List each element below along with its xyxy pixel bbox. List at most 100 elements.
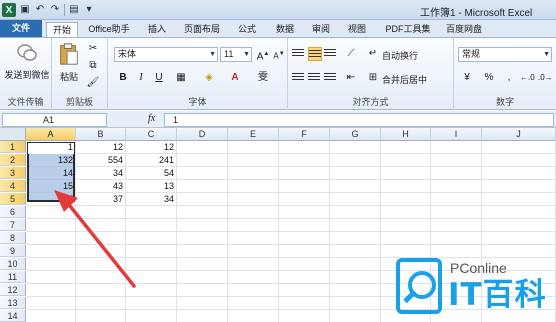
row-header-12[interactable]: 12 [0,284,26,296]
paste-button[interactable]: 粘贴 [56,42,82,83]
copy-icon[interactable]: ⧉ [86,59,100,73]
cell-a3[interactable]: 14 [26,167,76,179]
tab-insert[interactable]: 插入 [142,22,172,37]
font-name-select[interactable]: 宋体 ▼ [114,47,218,62]
row-header-10[interactable]: 10 [0,258,26,270]
tab-review[interactable]: 审阅 [306,22,336,37]
indent-icon[interactable]: ⇤ [344,71,358,85]
row-header-6[interactable]: 6 [0,206,26,218]
shrink-font-icon[interactable]: A▼ [272,47,286,61]
row-header-5[interactable]: 5 [0,193,26,205]
tab-office-assistant[interactable]: Office助手 [84,22,134,37]
cell-c1[interactable]: 12 [126,141,177,153]
column-header-a[interactable]: A [26,128,76,141]
cell-a5[interactable]: 7 [26,193,76,205]
align-top-icon[interactable] [292,47,306,61]
row-header-4[interactable]: 4 [0,180,26,192]
column-header-f[interactable]: F [279,128,330,141]
cell-a4[interactable]: 15 [26,180,76,192]
bold-icon[interactable]: B [116,71,130,85]
wrap-text-button[interactable]: 自动换行 [382,49,418,62]
column-header-e[interactable]: E [228,128,279,141]
borders-icon[interactable]: ▦ [174,71,188,85]
save-icon[interactable]: ▣ [19,4,31,16]
number-format-select[interactable]: 常规 ▼ [458,47,552,62]
wrap-text-icon[interactable]: ↵ [366,47,380,61]
column-header-g[interactable]: G [330,128,381,141]
underline-icon[interactable]: U [152,71,166,85]
number-format-value: 常规 [462,49,481,59]
select-all-corner[interactable] [0,128,26,141]
tab-pdf-tools[interactable]: PDF工具集 [382,22,434,37]
send-to-wechat-button[interactable]: 发送到微信 [4,42,50,81]
orientation-icon[interactable]: ⟋ [344,47,358,61]
percent-style-button[interactable]: % [482,71,496,85]
cell-c3[interactable]: 54 [126,167,177,179]
cell-b4[interactable]: 43 [76,180,126,192]
row-gridline [26,244,556,245]
redo-icon[interactable]: ↷ [49,4,61,16]
tab-baidu-netdisk[interactable]: 百度网盘 [442,22,486,37]
column-header-h[interactable]: H [381,128,431,141]
currency-icon[interactable]: ¥ [460,71,474,85]
cut-icon[interactable]: ✂ [86,42,100,56]
merge-center-button[interactable]: 合并后居中 [382,73,427,86]
cell-b1[interactable]: 12 [76,141,126,153]
row-gridline [26,231,556,232]
tab-formulas[interactable]: 公式 [232,22,262,37]
formula-input[interactable]: 1 [164,113,554,127]
column-header-j[interactable]: J [482,128,556,141]
italic-icon[interactable]: I [134,71,148,85]
column-header-b[interactable]: B [76,128,126,141]
row-header-11[interactable]: 11 [0,271,26,283]
phonetic-icon[interactable]: 雯 [256,71,270,85]
font-size-value: 11 [224,49,234,59]
chevron-down-icon: ▼ [243,51,250,58]
tab-data[interactable]: 数据 [270,22,300,37]
name-box[interactable]: A1 [2,113,107,127]
formula-bar: A1 fx 1 [0,111,556,128]
tab-view[interactable]: 视图 [342,22,372,37]
row-header-13[interactable]: 13 [0,297,26,309]
cell-a2[interactable]: 132 [26,154,76,166]
column-header-c[interactable]: C [126,128,177,141]
tab-home[interactable]: 开始 [46,22,78,37]
column-header-i[interactable]: I [431,128,482,141]
fill-color-icon[interactable]: ◈ [202,71,216,85]
increase-decimal-icon[interactable]: ←.0 [520,71,535,85]
column-header-d[interactable]: D [177,128,228,141]
align-right-icon[interactable] [324,71,338,85]
align-middle-icon[interactable] [308,47,322,61]
row-header-14[interactable]: 14 [0,310,26,322]
row-header-2[interactable]: 2 [0,154,26,166]
cell-b2[interactable]: 554 [76,154,126,166]
cell-c2[interactable]: 241 [126,154,177,166]
cell-c4[interactable]: 13 [126,180,177,192]
format-painter-icon[interactable]: 🖌 [86,76,100,90]
comma-style-button[interactable]: , [502,71,516,85]
customize-toolbar-icon[interactable]: ▾ [83,4,95,16]
tab-file[interactable]: 文件 [0,20,42,37]
cell-b5[interactable]: 37 [76,193,126,205]
align-left-icon[interactable] [292,71,306,85]
decrease-decimal-icon[interactable]: .0→ [538,71,553,85]
row-header-1[interactable]: 1 [0,141,26,153]
wechat-icon [17,44,37,61]
align-bottom-icon[interactable] [324,47,338,61]
cell-c5[interactable]: 34 [126,193,177,205]
merge-center-icon[interactable]: ⊞ [366,71,380,85]
tab-page-layout[interactable]: 页面布局 [180,22,224,37]
cell-b3[interactable]: 34 [76,167,126,179]
row-header-3[interactable]: 3 [0,167,26,179]
align-center-icon[interactable] [308,71,322,85]
row-header-7[interactable]: 7 [0,219,26,231]
cell-a1[interactable]: 1 [26,141,76,153]
font-color-icon[interactable]: A [228,71,242,85]
print-preview-icon[interactable]: ▤ [68,4,80,16]
row-header-9[interactable]: 9 [0,245,26,257]
font-size-select[interactable]: 11 ▼ [220,47,252,62]
row-header-8[interactable]: 8 [0,232,26,244]
grow-font-icon[interactable]: A▲ [256,47,270,62]
insert-function-button[interactable]: fx [148,113,155,124]
undo-icon[interactable]: ↶ [34,4,46,16]
